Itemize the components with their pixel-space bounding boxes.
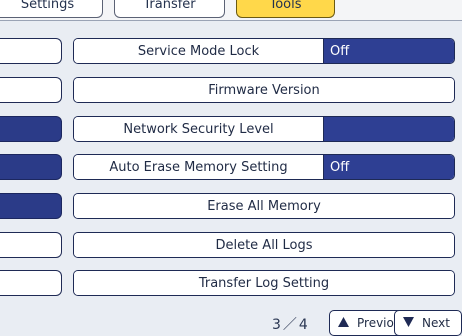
left-row-button-selected[interactable] xyxy=(0,193,62,219)
tab-transfer[interactable]: Transfer xyxy=(114,0,225,18)
tab-label: Tools xyxy=(269,0,302,12)
firmware-version-button[interactable]: Firmware Version xyxy=(73,77,455,103)
setting-value: Off xyxy=(324,155,454,179)
left-row-button[interactable] xyxy=(0,38,62,64)
left-row-button-selected[interactable] xyxy=(0,116,62,142)
left-row-button-selected[interactable] xyxy=(0,154,62,180)
footer-pagination: 3／4 Previous Next xyxy=(0,300,462,336)
setting-label: Transfer Log Setting xyxy=(74,271,454,295)
tab-strip: Settings Transfer Tools xyxy=(0,0,462,21)
setting-label: Auto Erase Memory Setting xyxy=(74,155,324,179)
service-mode-lock-button[interactable]: Service Mode Lock Off xyxy=(73,38,455,64)
setting-label: Firmware Version xyxy=(74,78,454,102)
tools-panel: Service Mode Lock Off Firmware Version N… xyxy=(0,27,462,297)
triangle-up-icon xyxy=(338,316,349,330)
delete-all-logs-button[interactable]: Delete All Logs xyxy=(73,232,455,258)
tab-label: Settings xyxy=(20,0,75,12)
network-security-level-button[interactable]: Network Security Level xyxy=(73,116,455,142)
tab-settings[interactable]: Settings xyxy=(0,0,103,18)
transfer-log-setting-button[interactable]: Transfer Log Setting xyxy=(73,270,455,296)
tab-label: Transfer xyxy=(143,0,196,12)
setting-value xyxy=(324,117,454,141)
setting-label: Delete All Logs xyxy=(74,233,454,257)
tab-tools[interactable]: Tools xyxy=(236,0,335,18)
setting-value: Off xyxy=(324,39,454,63)
page-indicator: 3／4 xyxy=(272,317,310,333)
erase-all-memory-button[interactable]: Erase All Memory xyxy=(73,193,455,219)
next-label: Next xyxy=(422,316,450,330)
setting-label: Erase All Memory xyxy=(74,194,454,218)
setting-label: Network Security Level xyxy=(74,117,324,141)
left-row-button[interactable] xyxy=(0,77,62,103)
triangle-down-icon xyxy=(403,316,414,330)
auto-erase-memory-setting-button[interactable]: Auto Erase Memory Setting Off xyxy=(73,154,455,180)
left-row-button[interactable] xyxy=(0,270,62,296)
next-button[interactable]: Next xyxy=(394,310,462,336)
setting-label: Service Mode Lock xyxy=(74,39,324,63)
left-row-button[interactable] xyxy=(0,232,62,258)
